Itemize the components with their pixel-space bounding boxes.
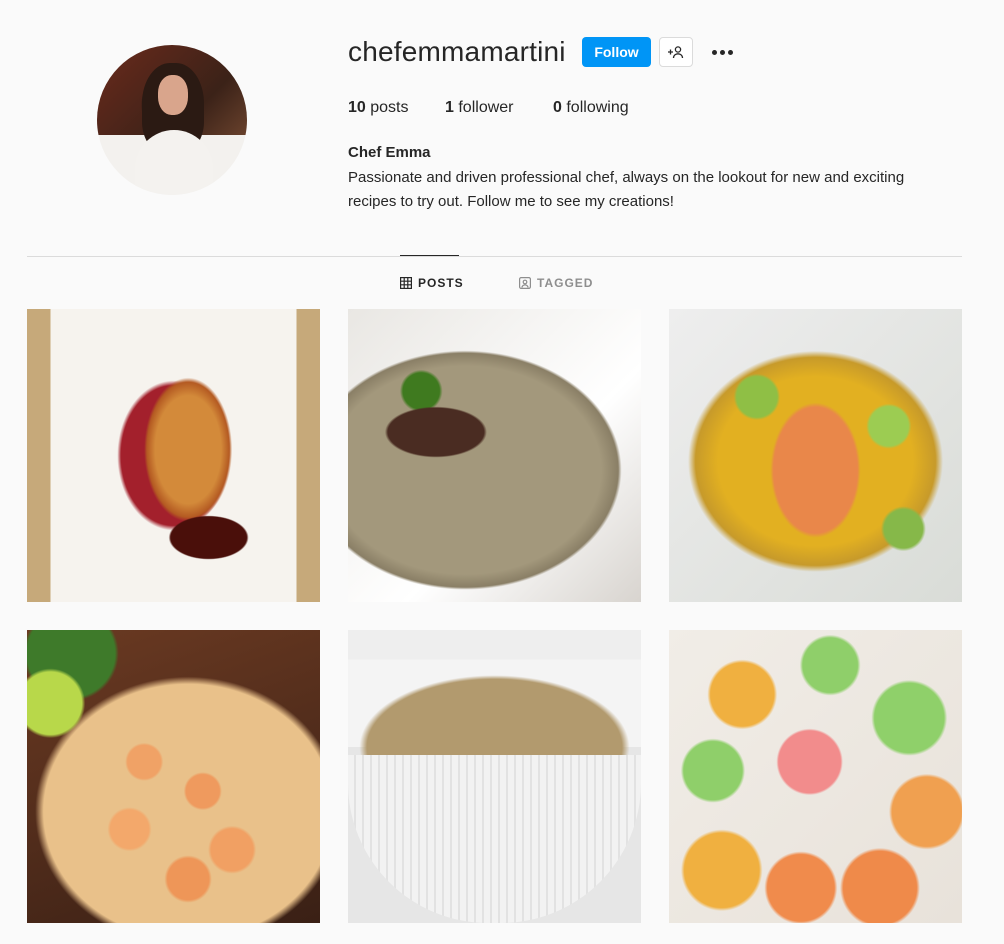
followers-stat[interactable]: 1 follower [445,99,553,117]
following-label: following [566,99,629,116]
profile-stats: 10 posts 1 follower 0 following [348,99,629,117]
tagged-icon [519,277,531,289]
add-person-icon [668,46,684,59]
grid-icon [400,277,412,289]
follow-button[interactable]: Follow [582,37,651,67]
more-dot-icon [711,49,717,55]
avatar-face [158,75,188,115]
tab-tagged[interactable]: TAGGED [519,276,593,290]
post-thumbnail-roast-chicken[interactable] [27,309,320,602]
posts-count: 10 [348,99,366,116]
suggested-accounts-button[interactable] [659,37,693,67]
more-dot-icon [719,49,725,55]
following-count: 0 [553,99,562,116]
tab-tagged-label: TAGGED [537,276,594,290]
profile-full-name: Chef Emma [348,144,431,161]
post-thumbnail-grain-salad[interactable] [348,630,641,923]
profile-avatar[interactable] [97,45,247,195]
active-tab-indicator [400,255,459,256]
followers-count: 1 [445,99,454,116]
tab-posts[interactable]: POSTS [400,276,464,290]
avatar-chef-coat [135,130,213,195]
followers-label: follower [458,99,514,116]
profile-bio: Passionate and driven professional chef,… [348,169,905,210]
profile-username: chefemmamartini [348,36,566,67]
bowl-shape [348,755,641,923]
more-dot-icon [727,49,733,55]
tabs-divider [27,256,962,257]
tab-posts-label: POSTS [418,276,464,290]
following-stat[interactable]: 0 following [553,99,629,117]
post-thumbnail-salmon-avocado[interactable] [669,309,962,602]
posts-stat: 10 posts [348,99,445,117]
post-thumbnail-grilled-shrimp[interactable] [27,630,320,923]
post-thumbnail-beef-soup[interactable] [348,309,641,602]
posts-label: posts [370,99,409,116]
more-options-button[interactable] [708,40,736,64]
post-thumbnail-sushi-rolls[interactable] [669,630,962,923]
